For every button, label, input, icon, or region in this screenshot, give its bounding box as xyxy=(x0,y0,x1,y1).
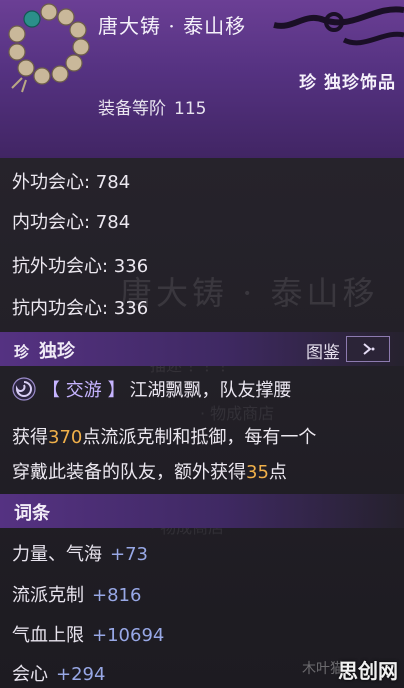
affix-section-title: 词条 xyxy=(14,503,50,524)
equipment-level-label: 装备等阶 xyxy=(98,99,166,119)
stat-value: 784 xyxy=(95,172,131,193)
codex-button[interactable] xyxy=(346,336,390,362)
equipment-level-value: 115 xyxy=(174,99,207,119)
bracelet-item-icon xyxy=(8,3,90,93)
item-name: 唐大铸 · 泰山移 xyxy=(98,14,247,38)
desc-text: 点 xyxy=(268,462,287,483)
affix-label: 会心 xyxy=(12,664,48,685)
stat-label: 抗内功会心 xyxy=(12,298,102,319)
item-tooltip-panel: 唐大铸 · 泰山移 珍 独珍饰品 装备等阶115 唐大铸 · 泰山移 描述 ？？… xyxy=(0,0,404,688)
skill-title-row: 【 交游 】 江湖飘飘，队友撑腰 xyxy=(12,376,291,402)
desc-number: 370 xyxy=(48,427,83,448)
item-rarity-label: 珍 独珍饰品 xyxy=(299,73,396,93)
affix-row: 气血上限 +10694 xyxy=(12,621,164,647)
stat-row: 抗外功会心: 336 xyxy=(12,256,149,277)
codex-label: 图鉴 xyxy=(306,343,340,363)
desc-number: 35 xyxy=(246,462,269,483)
swirl-icon xyxy=(12,377,36,401)
chevron-right-icon xyxy=(363,343,375,355)
site-watermark: 思创网 xyxy=(338,659,398,683)
desc-text: 点流派克制和抵御，每有一个 xyxy=(82,427,317,448)
skill-tag: 【 交游 】 xyxy=(42,380,126,401)
stat-value: 336 xyxy=(113,298,149,319)
affix-value: +816 xyxy=(92,585,142,606)
rarity-mark: 珍 xyxy=(14,343,30,361)
unique-section-label: 独珍 xyxy=(39,341,76,362)
stat-row: 内功会心: 784 xyxy=(12,212,131,233)
affix-row: 力量、气海 +73 xyxy=(12,540,148,566)
skill-description-line: 穿戴此装备的队友，额外获得35点 xyxy=(12,458,287,484)
affix-label: 气血上限 xyxy=(12,625,84,646)
affix-value: +294 xyxy=(56,664,106,685)
unique-section-header: 珍独珍 图鉴 xyxy=(0,332,404,366)
background-ghost-line: · 物成商店 xyxy=(200,404,275,423)
decorative-swirl-icon xyxy=(273,6,404,46)
stat-value: 336 xyxy=(113,256,149,277)
equipment-level: 装备等阶 115 xyxy=(98,94,214,119)
affix-value: +10694 xyxy=(92,625,165,646)
affix-row: 会心 +294 xyxy=(12,660,105,686)
stat-label: 外功会心 xyxy=(12,172,84,193)
stat-label: 抗外功会心 xyxy=(12,256,102,277)
affix-label: 流派克制 xyxy=(12,585,84,606)
affix-value: +73 xyxy=(110,544,148,565)
affix-label: 力量、气海 xyxy=(12,544,102,565)
affix-row: 流派克制 +816 xyxy=(12,581,141,607)
stat-label: 内功会心 xyxy=(12,212,84,233)
affix-section-header: 词条 xyxy=(0,494,404,528)
skill-name: 江湖飘飘，队友撑腰 xyxy=(129,380,292,401)
stat-value: 784 xyxy=(95,212,131,233)
item-header: 唐大铸 · 泰山移 珍 独珍饰品 装备等阶 115 xyxy=(0,0,404,158)
background-ghost-title: 唐大铸 · 泰山移 xyxy=(120,274,379,312)
desc-text: 穿戴此装备的队友，额外获得 xyxy=(12,462,246,483)
skill-description-line: 获得370点流派克制和抵御，每有一个 xyxy=(12,423,316,449)
stat-row: 抗内功会心: 336 xyxy=(12,298,149,319)
unique-section-title: 珍独珍 xyxy=(14,337,75,363)
stat-row: 外功会心: 784 xyxy=(12,172,131,193)
desc-text: 获得 xyxy=(12,427,48,448)
